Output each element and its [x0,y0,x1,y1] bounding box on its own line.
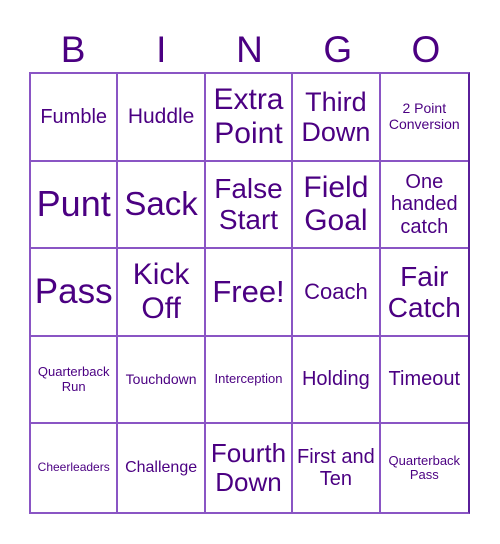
bingo-cell[interactable]: False Start [205,161,294,250]
bingo-cell[interactable]: Sack [118,161,206,250]
header-letter-o: O [411,29,441,70]
header-letter-n: N [236,29,263,70]
bingo-cell[interactable]: Fourth Down [206,424,294,512]
free-space-cell[interactable]: Free! [205,249,294,337]
header-letter-b: B [60,29,86,70]
bingo-cell[interactable]: Field Goal [293,161,381,250]
bingo-cell[interactable]: Pass [31,249,119,337]
bingo-cell[interactable]: Timeout [380,337,468,425]
bingo-cell[interactable]: Coach [293,249,381,337]
bingo-cell[interactable]: Fumble [31,74,119,162]
header-letter-i: I [156,29,167,70]
bingo-cell[interactable]: Punt [31,161,119,250]
bingo-cell[interactable]: Touchdown [118,336,206,425]
bingo-cell[interactable]: First and Ten [293,424,381,512]
bingo-grid: Fumble Huddle Extra Point Third Down 2 P… [29,72,470,514]
header-letter-g: G [323,29,353,70]
bingo-cell[interactable]: Cheerleaders [31,424,119,512]
bingo-header: B I N G O [29,28,470,72]
bingo-cell[interactable]: Quarterback Run [31,336,119,425]
bingo-cell[interactable]: Holding [293,336,381,425]
bingo-cell[interactable]: 2 Point Conversion [380,74,468,162]
bingo-cell[interactable]: Third Down [293,74,381,162]
bingo-cell[interactable]: Interception [205,336,294,425]
bingo-cell[interactable]: Quarterback Pass [381,424,468,512]
bingo-cell[interactable]: Kick Off [118,249,206,337]
bingo-cell[interactable]: Extra Point [205,74,294,162]
bingo-cell[interactable]: Huddle [118,74,206,162]
bingo-cell[interactable]: Fair Catch [380,249,468,337]
bingo-cell[interactable]: One handed catch [380,162,468,250]
bingo-cell[interactable]: Challenge [118,424,206,512]
